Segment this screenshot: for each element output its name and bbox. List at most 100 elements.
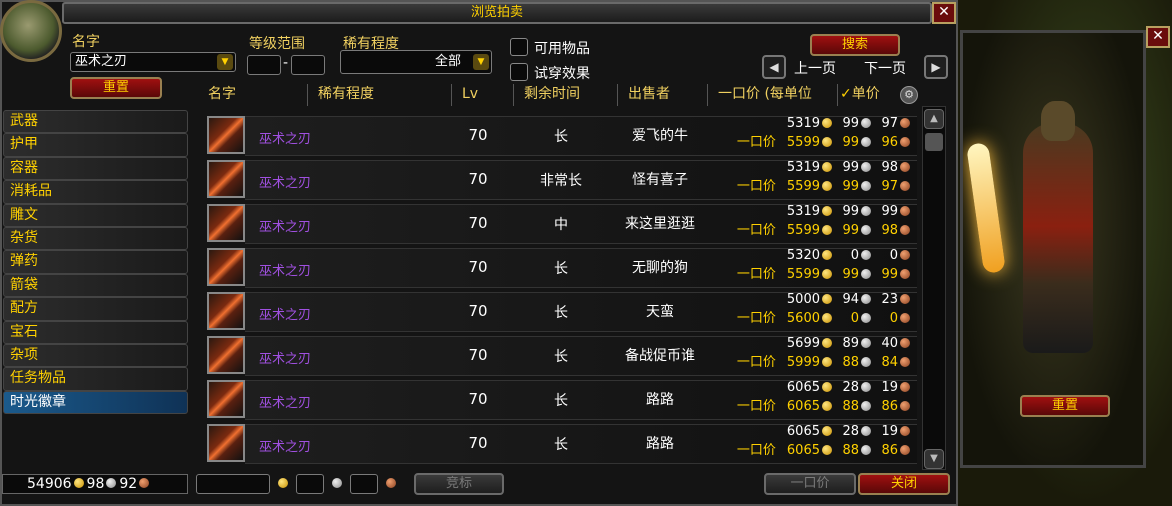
category-timeless-badge[interactable]: 时光徽章 — [3, 390, 188, 415]
auction-row[interactable]: 巫术之刃 70 长 备战促币谁 5699 89 40 一口价 5999 88 84 — [205, 334, 917, 378]
item-name[interactable]: 巫术之刃 — [259, 348, 311, 367]
usable-checkbox[interactable] — [510, 38, 528, 56]
usable-label: 可用物品 — [534, 41, 590, 57]
bid-copper: 40 — [881, 336, 898, 351]
gear-icon[interactable]: ⚙ — [900, 86, 918, 104]
buyout-prefix: 一口价 — [736, 443, 776, 458]
col-time[interactable]: 剩余时间 — [514, 84, 618, 106]
buyout-prefix: 一口价 — [736, 311, 776, 326]
bid-copper: 99 — [881, 204, 898, 219]
category-ammo[interactable]: 弹药 — [3, 250, 188, 274]
col-buyout[interactable]: 一口价 (每单位 — [708, 84, 838, 106]
category-misc[interactable]: 杂项 — [3, 343, 188, 368]
bid-silver: 28 — [842, 380, 859, 395]
search-button[interactable]: 搜索 — [810, 34, 900, 56]
category-container[interactable]: 容器 — [3, 156, 188, 181]
sword-icon[interactable] — [207, 336, 245, 374]
seller-name: 天蛮 — [646, 304, 674, 320]
bid-silver: 94 — [842, 292, 859, 307]
col-level[interactable]: Lv — [452, 84, 514, 106]
item-name[interactable]: 巫术之刃 — [259, 436, 311, 455]
col-seller[interactable]: 出售者 — [618, 84, 708, 106]
chevron-left-icon: ◀ — [769, 60, 779, 74]
category-trade-goods[interactable]: 杂货 — [3, 226, 188, 251]
buyout-silver: 88 — [842, 399, 859, 414]
item-name[interactable]: 巫术之刃 — [259, 172, 311, 191]
bid-copper: 97 — [881, 116, 898, 131]
category-recipe[interactable]: 配方 — [3, 297, 188, 321]
level-max-input[interactable] — [291, 55, 325, 75]
buyout-price: 一口价 5599 99 99 — [737, 266, 913, 284]
preview-reset-button[interactable]: 重置 — [1020, 395, 1110, 417]
category-weapon[interactable]: 武器 — [3, 110, 188, 134]
price-cell: 5000 94 23 一口价 5600 0 0 — [713, 291, 913, 331]
copper-coin-icon — [900, 205, 910, 216]
character-model — [1023, 123, 1093, 353]
bid-silver: 89 — [842, 336, 859, 351]
name-input[interactable]: 巫术之刃 ▼ — [70, 52, 236, 72]
col-name[interactable]: 名字 — [198, 84, 308, 106]
auction-row[interactable]: 巫术之刃 70 中 来这里逛逛 5319 99 99 一口价 5599 99 98 — [205, 202, 917, 246]
scroll-down-icon[interactable]: ▼ — [924, 449, 944, 469]
item-name[interactable]: 巫术之刃 — [259, 128, 311, 147]
seller-name: 路路 — [646, 436, 674, 452]
next-page-button[interactable]: ▶ — [924, 55, 948, 79]
sword-icon[interactable] — [207, 116, 245, 154]
money-copper: 92 — [119, 476, 138, 492]
auction-row[interactable]: 巫术之刃 70 长 路路 6065 28 19 一口价 6065 88 86 — [205, 422, 917, 466]
item-name[interactable]: 巫术之刃 — [259, 216, 311, 235]
category-quiver[interactable]: 箭袋 — [3, 273, 188, 298]
col-rarity[interactable]: 稀有程度 — [308, 84, 452, 106]
category-gem[interactable]: 宝石 — [3, 320, 188, 344]
category-consumable[interactable]: 消耗品 — [3, 180, 188, 204]
gold-coin-icon — [822, 425, 832, 436]
name-input-value: 巫术之刃 — [75, 54, 128, 69]
auction-row[interactable]: 巫术之刃 70 非常长 怪有喜子 5319 99 98 一口价 5599 99 97 — [205, 158, 917, 202]
buyout-copper: 99 — [881, 267, 898, 282]
auction-row[interactable]: 巫术之刃 70 长 天蛮 5000 94 23 一口价 5600 0 0 — [205, 290, 917, 334]
buyout-button[interactable]: 一口价 — [764, 473, 856, 495]
silver-coin-icon — [861, 136, 871, 147]
bid-gold-input[interactable] — [196, 474, 270, 494]
copper-coin-icon — [900, 312, 910, 323]
scroll-up-icon[interactable]: ▲ — [924, 109, 944, 129]
bid-button[interactable]: 竞标 — [414, 473, 504, 495]
category-list: 武器 护甲 容器 消耗品 雕文 杂货 弹药 箭袋 配方 宝石 杂项 任务物品 时… — [3, 110, 188, 415]
sword-icon[interactable] — [207, 292, 245, 330]
bid-copper-input[interactable] — [350, 474, 378, 494]
col-unit-toggle[interactable]: ✓单价 — [838, 84, 898, 106]
buyout-silver: 99 — [842, 135, 859, 150]
sword-icon[interactable] — [207, 160, 245, 198]
dropdown-arrow-icon[interactable]: ▼ — [217, 54, 233, 70]
category-glyph[interactable]: 雕文 — [3, 203, 188, 227]
results-scrollbar[interactable]: ▲ ▼ — [922, 106, 946, 470]
close-window-button[interactable]: ✕ — [932, 2, 956, 24]
auction-row[interactable]: 巫术之刃 70 长 无聊的狗 5320 0 0 一口价 5599 99 99 — [205, 246, 917, 290]
sword-icon[interactable] — [207, 424, 245, 462]
close-button[interactable]: 关闭 — [858, 473, 950, 495]
rarity-dropdown[interactable]: 全部 ▼ — [340, 50, 492, 74]
item-name[interactable]: 巫术之刃 — [259, 304, 311, 323]
category-armor[interactable]: 护甲 — [3, 133, 188, 157]
scroll-thumb[interactable] — [925, 133, 943, 151]
silver-coin-icon — [861, 161, 871, 172]
sword-icon[interactable] — [207, 204, 245, 242]
bid-silver-input[interactable] — [296, 474, 324, 494]
category-quest-items[interactable]: 任务物品 — [3, 367, 188, 391]
sword-icon[interactable] — [207, 248, 245, 286]
level-min-input[interactable] — [247, 55, 281, 75]
auction-row[interactable]: 巫术之刃 70 长 路路 6065 28 19 一口价 6065 88 86 — [205, 378, 917, 422]
item-name[interactable]: 巫术之刃 — [259, 260, 311, 279]
silver-coin-icon — [861, 293, 871, 304]
item-name[interactable]: 巫术之刃 — [259, 392, 311, 411]
auction-row[interactable]: 巫术之刃 70 长 爱飞的牛 5319 99 97 一口价 5599 99 96 — [205, 114, 917, 158]
reset-button[interactable]: 重置 — [70, 77, 162, 99]
dropdown-arrow-icon[interactable]: ▼ — [473, 54, 489, 70]
preview-close-button[interactable]: ✕ — [1146, 26, 1170, 48]
bid-price: 5319 99 98 — [780, 159, 913, 177]
prev-page-button[interactable]: ◀ — [762, 55, 786, 79]
bid-silver: 99 — [842, 160, 859, 175]
buyout-prefix: 一口价 — [736, 267, 776, 282]
tryon-checkbox[interactable] — [510, 63, 528, 81]
sword-icon[interactable] — [207, 380, 245, 418]
